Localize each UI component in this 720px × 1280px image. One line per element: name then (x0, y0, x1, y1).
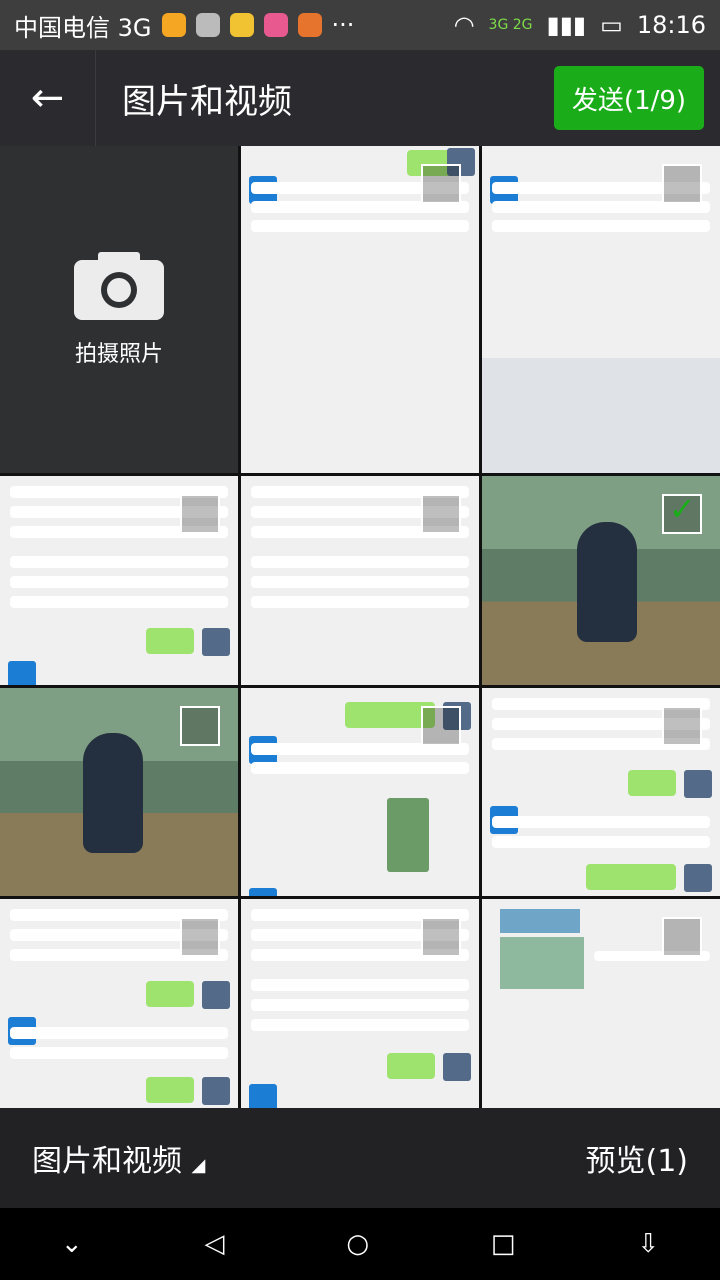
select-checkbox[interactable] (180, 705, 220, 746)
page-title: 图片和视频 (122, 81, 292, 122)
signal-icon: ▮▮▮ (546, 11, 587, 39)
select-checkbox[interactable] (421, 164, 461, 204)
back-button[interactable]: ← (0, 50, 96, 146)
media-grid: 拍摄照片 (0, 146, 720, 1108)
bottom-toolbar: 图片和视频 ◢ 预览(1) (0, 1108, 720, 1208)
album-label: 图片和视频 (32, 1144, 182, 1179)
photo-tile-5[interactable] (482, 475, 720, 685)
select-checkbox[interactable] (421, 917, 461, 958)
battery-icon: ▭ (600, 11, 623, 39)
select-checkbox[interactable] (421, 493, 461, 534)
preview-button[interactable]: 预览(1) (586, 1136, 689, 1180)
wifi-icon: ◠ (453, 11, 475, 39)
back-nav-icon[interactable]: ◁ (205, 1229, 225, 1259)
photo-tile-11[interactable] (482, 899, 720, 1108)
sim-card-icon (161, 13, 186, 37)
select-checkbox[interactable] (662, 164, 702, 204)
chevron-down-icon[interactable]: ⌄ (61, 1229, 83, 1259)
title-bar: ← 图片和视频 发送(1/9) (0, 50, 720, 146)
recent-apps-icon[interactable]: □ (491, 1229, 516, 1259)
selected-checkbox[interactable] (662, 490, 702, 534)
app-notification-icon (229, 13, 254, 37)
select-checkbox[interactable] (180, 493, 220, 534)
send-button[interactable]: 发送(1/9) (554, 66, 704, 130)
camera-icon (74, 252, 164, 321)
photo-tile-9[interactable] (0, 899, 238, 1108)
photo-tile-7[interactable] (241, 687, 479, 897)
photo-tile-2[interactable] (482, 146, 720, 473)
select-checkbox[interactable] (662, 705, 702, 746)
select-checkbox[interactable] (662, 917, 702, 958)
home-icon[interactable]: ○ (346, 1229, 369, 1259)
dropdown-triangle-icon: ◢ (191, 1155, 206, 1176)
photo-tile-8[interactable] (482, 687, 720, 897)
album-selector[interactable]: 图片和视频 ◢ (32, 1136, 205, 1180)
image-notification-icon (195, 13, 220, 37)
select-checkbox[interactable] (180, 917, 220, 958)
status-bar: 中国电信 3G ··· ◠ 3G 2G ▮▮▮ ▭ 18:16 (0, 0, 720, 50)
select-checkbox[interactable] (421, 705, 461, 746)
photo-app-icon (263, 13, 288, 37)
camera-tile[interactable]: 拍摄照片 (0, 146, 238, 473)
chrome-app-icon (297, 13, 322, 37)
network-type-text: 3G 2G (488, 17, 533, 33)
photo-tile-3[interactable] (0, 475, 238, 685)
camera-label: 拍摄照片 (74, 342, 163, 368)
clock-text: 18:16 (636, 11, 706, 39)
notification-pull-down-icon[interactable]: ⇩ (637, 1229, 659, 1259)
back-arrow-icon: ← (30, 75, 65, 121)
photo-tile-6[interactable] (0, 687, 238, 897)
more-notifications-text: ··· (331, 11, 355, 39)
system-nav-bar: ⌄ ◁ ○ □ ⇩ (0, 1208, 720, 1280)
photo-tile-4[interactable] (241, 475, 479, 685)
photo-tile-1[interactable] (241, 146, 479, 473)
photo-tile-10[interactable] (241, 899, 479, 1108)
carrier-text: 中国电信 3G (14, 13, 152, 42)
